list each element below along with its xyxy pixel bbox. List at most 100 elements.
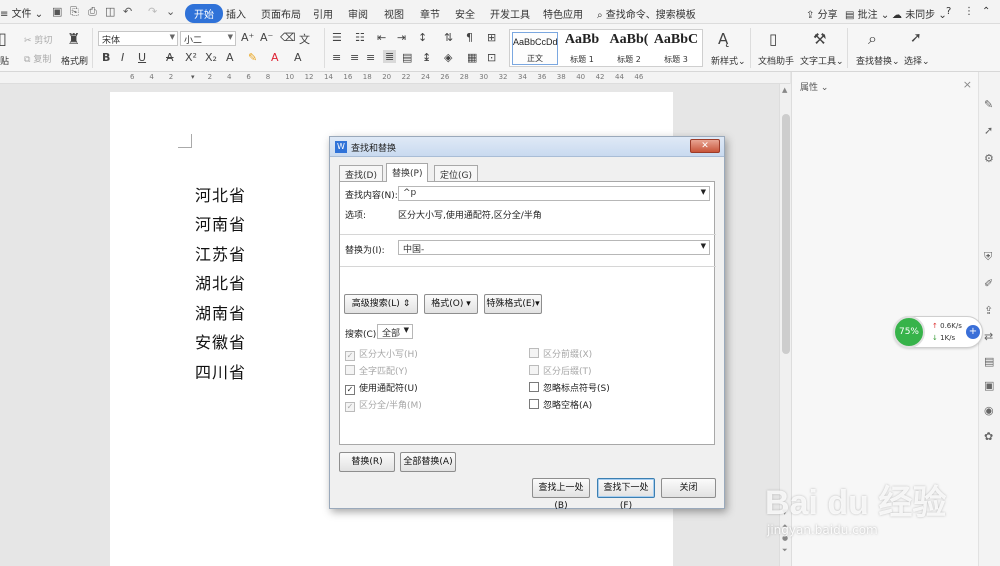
find-previous-button[interactable]: 查找上一处(B) [532, 478, 590, 511]
superscript-icon[interactable]: X² [185, 51, 197, 64]
increase-indent-icon[interactable]: ⇥ [397, 31, 406, 44]
tab-developer[interactable]: 开发工具 [490, 6, 530, 21]
doc-assistant-icon[interactable]: ▯ [769, 30, 777, 48]
find-next-button[interactable]: 查找下一处(F) [597, 478, 655, 511]
scroll-thumb[interactable] [782, 114, 790, 354]
tab-review[interactable]: 审阅 [348, 6, 368, 21]
font-color-icon[interactable]: A [271, 51, 279, 64]
preview-icon[interactable]: ◫ [105, 5, 115, 18]
paragraph-settings-icon[interactable]: ⊡ [487, 51, 496, 64]
tab-view[interactable]: 视图 [384, 6, 404, 21]
comment-button[interactable]: ▤ 批注 ⌄ [845, 6, 889, 21]
wildcards-checkbox[interactable]: ✓ 使用通配符(U) [345, 381, 418, 395]
font-name-select[interactable]: 宋体 ▼ [98, 31, 178, 46]
shading-icon[interactable]: ◈ [444, 51, 452, 64]
numbered-list-icon[interactable]: ☷ [355, 31, 365, 44]
whole-word-checkbox[interactable]: 全字匹配(Y) [345, 364, 408, 377]
font-effect-icon[interactable]: A [226, 51, 234, 64]
align-right-icon[interactable]: ≡ [366, 51, 375, 64]
match-width-checkbox[interactable]: ✓ 区分全/半角(M) [345, 398, 422, 412]
edit-icon[interactable]: ✐ [984, 277, 993, 290]
border-icon[interactable]: ▦ [467, 51, 477, 64]
text-tools-button[interactable]: 文字工具⌄ [800, 54, 844, 67]
shield-icon[interactable]: ◉ [984, 404, 994, 417]
doc-line[interactable]: 四川省 [195, 359, 246, 383]
decrease-indent-icon[interactable]: ⇤ [377, 31, 386, 44]
paste-icon[interactable]: ▯ [0, 29, 7, 48]
ignore-space-checkbox[interactable]: 忽略空格(A) [529, 398, 592, 411]
cut-button[interactable]: ✂ 剪切 [24, 33, 52, 46]
close-icon[interactable]: × [963, 78, 972, 91]
doc-assistant-label[interactable]: 文档助手 [758, 54, 794, 67]
pen-icon[interactable]: ✎ [984, 98, 993, 111]
command-search[interactable]: ⌕ 查找命令、搜索模板 [597, 6, 696, 21]
tab-home[interactable]: 开始 [185, 4, 223, 23]
horizontal-ruler[interactable]: 6 4 2 2 4 6 8 10 12 14 16 18 20 22 24 26 28 30 32 34 36 38 40 4… [0, 72, 790, 84]
archive-icon[interactable]: ▤ [984, 355, 994, 368]
tab-insert[interactable]: 插入 [226, 6, 246, 21]
close-button[interactable]: ✕ [690, 139, 720, 153]
bullet-list-icon[interactable]: ☰ [332, 31, 342, 44]
new-style-icon[interactable]: Ą [718, 30, 728, 48]
paste-label[interactable]: 贴 [0, 54, 9, 67]
undo-icon[interactable]: ↶ [123, 5, 132, 18]
translate-icon[interactable]: ⇄ [984, 330, 993, 343]
underline-icon[interactable]: U [138, 51, 146, 64]
doc-line[interactable]: 江苏省 [195, 241, 246, 265]
text-direction-icon[interactable]: ↕ [418, 31, 427, 44]
pointer-icon[interactable]: ➚ [984, 124, 993, 137]
network-speed-widget[interactable]: 75% ↑ 0.6K/s ↓ 1K/s + [893, 316, 983, 348]
style-heading-3[interactable]: AaBbC 标题 3 [653, 32, 699, 65]
tab-page-layout[interactable]: 页面布局 [261, 6, 301, 21]
help-icon[interactable]: ? [946, 6, 951, 17]
special-format-button[interactable]: 特殊格式(E)▾ [484, 294, 542, 314]
shield-icon[interactable]: ⛨ [984, 250, 992, 264]
tab-security[interactable]: 安全 [455, 6, 475, 21]
cursor-icon[interactable]: ➚ [910, 30, 922, 46]
advanced-search-button[interactable]: 高级搜索(L) ⇕ [344, 294, 418, 314]
gear-icon[interactable]: ✿ [984, 430, 993, 443]
replace-button[interactable]: 替换(R) [339, 452, 395, 472]
clear-format-icon[interactable]: ⌫ [280, 31, 296, 44]
find-replace-button[interactable]: 查找替换⌄ [856, 54, 900, 67]
subscript-icon[interactable]: X₂ [205, 51, 217, 64]
tab-find[interactable]: 查找(D) [339, 165, 383, 181]
tab-replace[interactable]: 替换(P) [386, 163, 429, 182]
sort-icon[interactable]: ⇅ [444, 31, 453, 44]
align-center-icon[interactable]: ≡ [350, 51, 359, 64]
find-input[interactable]: ^p ▼ [398, 186, 710, 201]
tab-features[interactable]: 特色应用 [543, 6, 583, 21]
show-marks-icon[interactable]: ¶ [466, 31, 473, 44]
doc-line[interactable]: 河北省 [195, 182, 246, 206]
char-shading-icon[interactable]: A [294, 51, 302, 64]
italic-icon[interactable]: I [121, 51, 124, 64]
print-icon[interactable]: ⎙ [88, 5, 97, 19]
ignore-punct-checkbox[interactable]: 忽略标点符号(S) [529, 381, 610, 394]
pinyin-icon[interactable]: 文 [299, 31, 310, 47]
search-scope-select[interactable]: 全部 ▼ [377, 324, 413, 339]
doc-line[interactable]: 安徽省 [195, 329, 246, 353]
table-border-icon[interactable]: ⊞ [487, 31, 496, 44]
share-button[interactable]: ⇪ 分享 [806, 6, 838, 21]
doc-line[interactable]: 湖北省 [195, 270, 246, 294]
chevron-down-icon[interactable]: ⌄ [166, 5, 175, 18]
grow-font-icon[interactable]: A⁺ [241, 31, 254, 44]
save-icon[interactable]: ▣ [52, 5, 62, 18]
redo-icon[interactable]: ↷ [148, 5, 157, 18]
match-prefix-checkbox[interactable]: 区分前缀(X) [529, 347, 592, 360]
collapse-icon[interactable]: ⌃ [982, 6, 990, 17]
shrink-font-icon[interactable]: A⁻ [260, 31, 273, 44]
tab-goto[interactable]: 定位(G) [434, 165, 478, 181]
settings-sliders-icon[interactable]: ⚙ [984, 152, 994, 165]
indent-marker[interactable]: ▾ [191, 73, 195, 81]
export-icon[interactable]: ⎘ [70, 5, 79, 19]
doc-line[interactable]: 湖南省 [195, 300, 246, 324]
copy-button[interactable]: ⧉ 复制 [24, 52, 51, 65]
tab-chapter[interactable]: 章节 [420, 6, 440, 21]
tab-references[interactable]: 引用 [313, 6, 333, 21]
more-icon[interactable]: ⋮ [964, 6, 974, 17]
match-case-checkbox[interactable]: ✓ 区分大小写(H) [345, 347, 418, 361]
sync-button[interactable]: ☁ 未同步 ⌄ [892, 6, 947, 21]
doc-line[interactable]: 河南省 [195, 211, 246, 235]
image-icon[interactable]: ▣ [984, 379, 994, 392]
